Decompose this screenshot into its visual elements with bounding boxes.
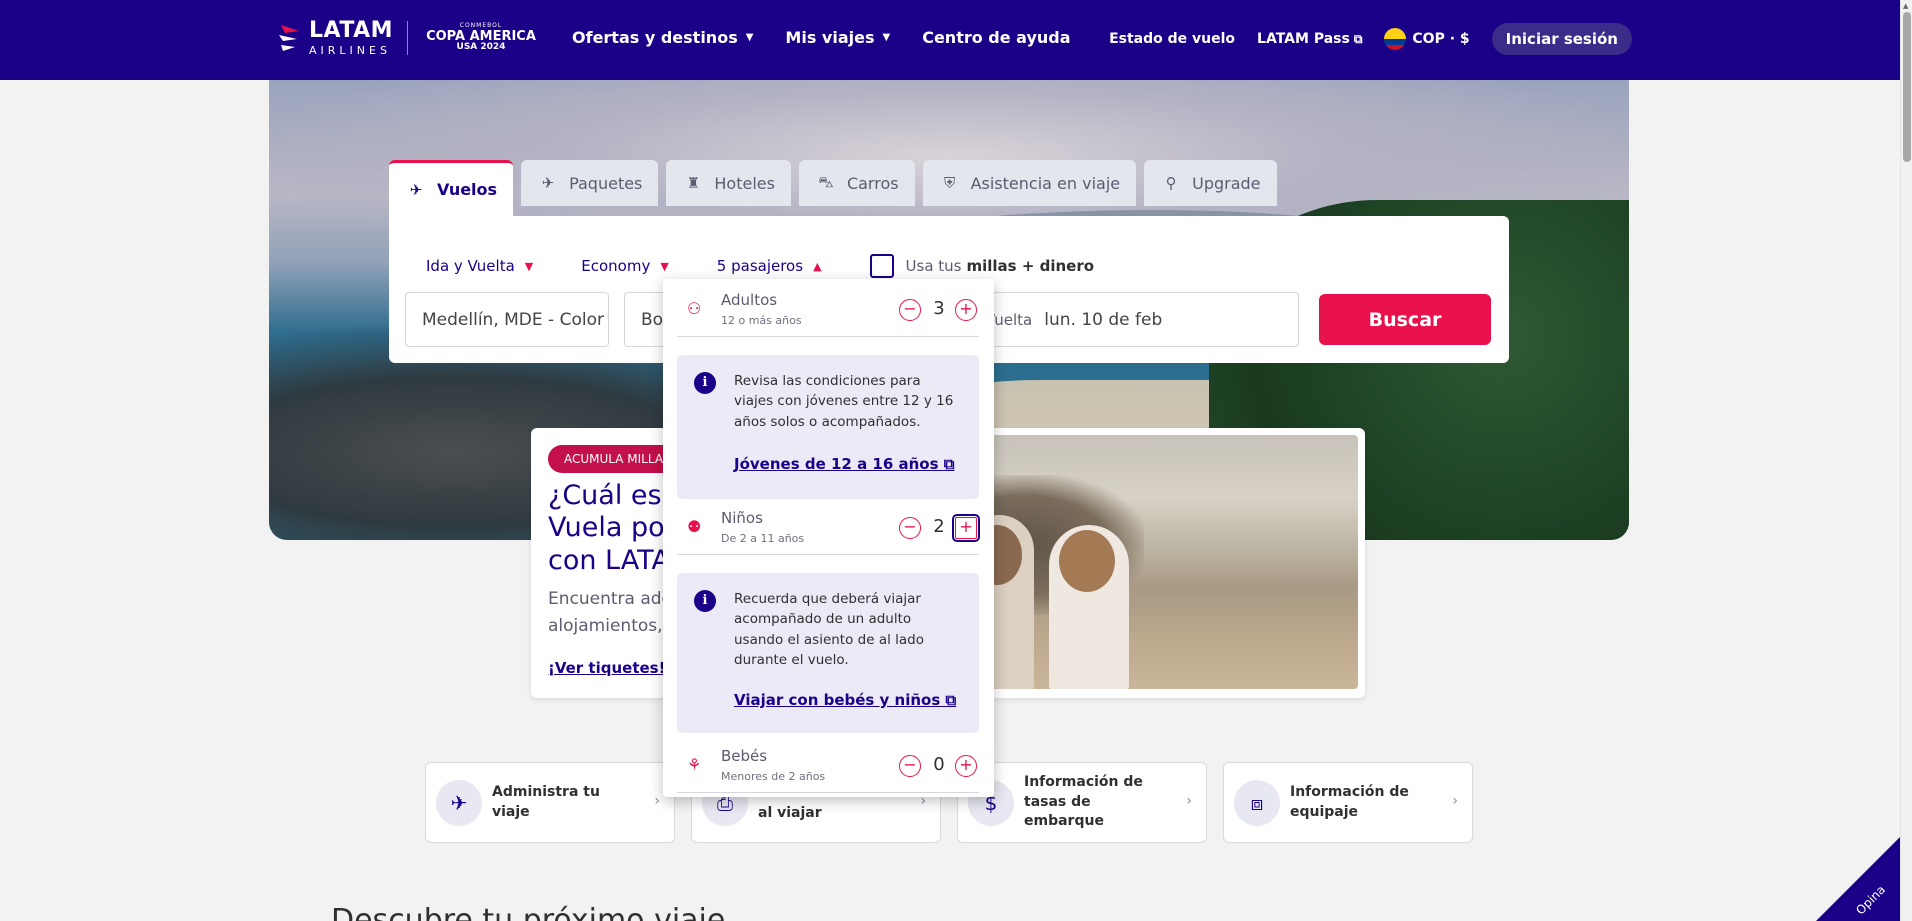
adults-label: Adultos: [721, 291, 778, 309]
tab-upgrade[interactable]: ⚲ Upgrade: [1144, 160, 1277, 206]
chevron-right-icon: ›: [1452, 793, 1458, 809]
infants-row: ⚘ Bebés Menores de 2 años − 0 +: [677, 735, 979, 793]
return-date-field[interactable]: Vuelta lun. 10 de feb: [969, 292, 1299, 347]
children-travel-link[interactable]: Viajar con bebés y niños ⧉: [734, 691, 956, 709]
promo-link[interactable]: ¡Ver tiquetes!: [548, 659, 665, 677]
youth-info-box: i Revisa las condiciones para viajes con…: [677, 355, 979, 499]
external-link-icon: ⧉: [945, 691, 957, 709]
plane-icon: ✈: [409, 180, 423, 199]
plane-icon: ✈: [436, 779, 482, 826]
latam-logo[interactable]: LATAM AIRLINES CONMEBOL COPA AMERICA USA…: [277, 20, 536, 56]
youth-conditions-link[interactable]: Jóvenes de 12 a 16 años ⧉: [734, 455, 955, 473]
origin-input[interactable]: Medellín, MDE - Color: [405, 292, 609, 347]
tab-asistencia[interactable]: ⛨ Asistencia en viaje: [922, 160, 1137, 206]
hotel-icon: ♜: [686, 174, 701, 192]
adults-minus-button[interactable]: −: [899, 299, 921, 321]
chevron-right-icon: ›: [654, 793, 660, 809]
menu-mis-viajes[interactable]: Mis viajes ▼: [785, 28, 890, 47]
miles-money-option[interactable]: Usa tus millas + dinero: [869, 254, 1094, 278]
adults-row: ⚇ Adultos 12 o más años − 3 +: [677, 279, 979, 337]
external-link-icon: ⧉: [943, 455, 955, 473]
return-date-value: lun. 10 de feb: [1044, 309, 1163, 330]
tab-vuelos[interactable]: ✈ Vuelos: [389, 160, 514, 216]
luggage-icon: ⧈: [1234, 779, 1280, 826]
child-icon: ⚉: [687, 517, 702, 536]
children-info-box: i Recuerda que deberá viajar acompañado …: [677, 573, 979, 733]
infants-count: 0: [933, 754, 945, 775]
infants-age: Menores de 2 años: [721, 770, 826, 783]
tab-paquetes[interactable]: ✈ Paquetes: [521, 160, 659, 206]
top-navbar: LATAM AIRLINES CONMEBOL COPA AMERICA USA…: [0, 0, 1900, 80]
infants-label: Bebés: [721, 747, 768, 765]
shield-icon: ⛨: [943, 174, 956, 192]
login-button[interactable]: Iniciar sesión: [1491, 23, 1632, 55]
logo-text: LATAM: [309, 18, 394, 43]
quick-link-equipaje[interactable]: ⧈ Información de equipaje ›: [1223, 762, 1473, 843]
latam-pass-link[interactable]: LATAM Pass ⧉: [1257, 31, 1362, 47]
logo-divider: [407, 21, 409, 55]
infants-minus-button[interactable]: −: [899, 755, 921, 777]
adults-count: 3: [933, 298, 945, 319]
tab-carros[interactable]: ⛍ Carros: [798, 160, 915, 206]
trip-type-selector[interactable]: Ida y Vuelta ▼: [426, 257, 533, 275]
search-options: Ida y Vuelta ▼ Economy ▼ 5 pasajeros ▲ U…: [426, 254, 1094, 278]
search-button[interactable]: Buscar: [1319, 294, 1491, 345]
estado-vuelo-link[interactable]: Estado de vuelo: [1109, 31, 1235, 47]
right-nav: Estado de vuelo LATAM Pass ⧉ COP · $ Ini…: [1087, 23, 1632, 55]
chevron-down-icon: ▼: [882, 32, 891, 43]
product-tabs: ✈ Vuelos ✈ Paquetes ♜ Hoteles ⛍ Carros ⛨…: [389, 160, 1285, 216]
info-icon: i: [694, 372, 716, 394]
chevron-down-icon: ▼: [524, 259, 534, 273]
package-icon: ✈: [541, 174, 555, 192]
car-icon: ⛍: [818, 173, 834, 191]
currency-selector[interactable]: COP · $: [1384, 28, 1470, 50]
quick-link-tasas[interactable]: $ Información de tasas de embarque ›: [957, 762, 1207, 843]
info-icon: i: [694, 590, 716, 612]
miles-checkbox[interactable]: [869, 254, 894, 278]
tab-hoteles[interactable]: ♜ Hoteles: [666, 160, 791, 206]
infants-plus-button[interactable]: +: [955, 755, 977, 777]
chevron-up-icon: ▲: [813, 259, 822, 273]
children-plus-button[interactable]: +: [952, 514, 980, 542]
scroll-up-icon[interactable]: ▲: [1903, 2, 1908, 10]
logo-subtext: AIRLINES: [309, 44, 391, 57]
section-heading: Descubre tu próximo viaje: [331, 903, 726, 921]
adults-age: 12 o más años: [721, 314, 802, 327]
latam-logo-icon: [279, 25, 299, 51]
chevron-right-icon: ›: [1186, 793, 1192, 809]
children-label: Niños: [721, 509, 763, 527]
children-row: ⚉ Niños De 2 a 11 años − 2 +: [677, 497, 980, 555]
main-menu: Ofertas y destinos ▼ Mis viajes ▼ Centro…: [572, 28, 1103, 47]
passengers-dropdown: ⚇ Adultos 12 o más años − 3 + i Revisa l…: [663, 279, 994, 797]
external-link-icon: ⧉: [1353, 31, 1363, 46]
upgrade-icon: ⚲: [1165, 174, 1177, 192]
menu-ofertas[interactable]: Ofertas y destinos ▼: [572, 28, 753, 47]
menu-centro-ayuda[interactable]: Centro de ayuda: [922, 28, 1070, 47]
colombia-flag-icon: [1384, 28, 1407, 50]
children-minus-button[interactable]: −: [899, 517, 921, 539]
quick-link-administra[interactable]: ✈ Administra tu viaje ›: [425, 762, 675, 843]
scrollbar-thumb[interactable]: [1903, 12, 1911, 162]
cabin-selector[interactable]: Economy ▼: [581, 257, 669, 275]
chevron-down-icon: ▼: [745, 32, 754, 43]
adults-plus-button[interactable]: +: [955, 299, 977, 321]
chevron-down-icon: ▼: [660, 259, 669, 273]
copa-america-logo: CONMEBOL COPA AMERICA USA 2024: [426, 22, 536, 53]
promo-photo: [944, 435, 1358, 689]
adult-icon: ⚇: [687, 299, 702, 318]
children-count: 2: [933, 516, 945, 537]
scrollbar[interactable]: ▲: [1900, 0, 1912, 921]
children-age: De 2 a 11 años: [721, 532, 805, 545]
passengers-selector[interactable]: 5 pasajeros ▲: [717, 257, 822, 275]
infant-icon: ⚘: [687, 755, 702, 774]
